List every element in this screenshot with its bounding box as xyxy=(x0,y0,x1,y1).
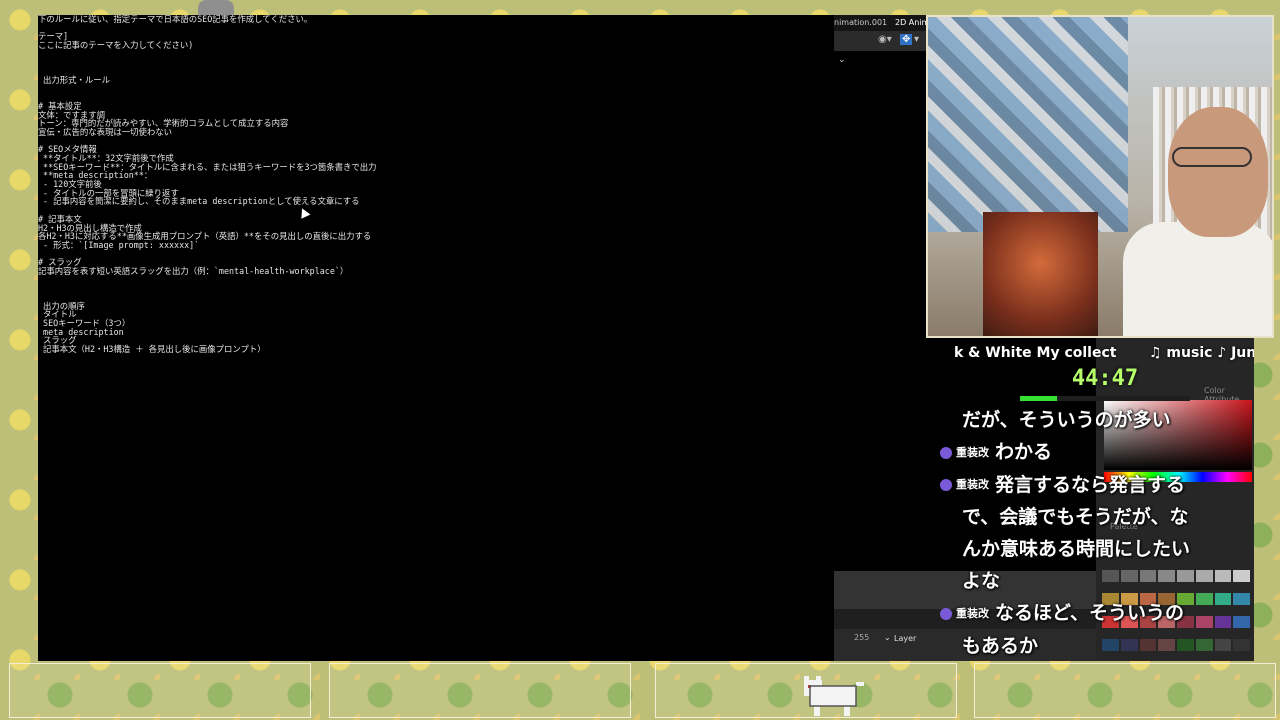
streamer-face-image xyxy=(1168,107,1268,237)
pixel-cat-sprite-top xyxy=(198,0,234,15)
editor-text-line: 記事本文（H2・H3構造 ＋ 各見出し後に画像プロンプト） xyxy=(38,344,266,355)
chat-text: だが、そういうのが多い xyxy=(962,409,1171,431)
editor-text-line: 宣伝・広告的な表現は一切使わない xyxy=(38,126,172,137)
editor-text-line: - 記事内容を簡潔に要約し、そのままmeta descriptionとして使える… xyxy=(38,196,360,207)
editor-text-line: 下のルールに従い、指定テーマで日本語のSEO記事を作成してください。 xyxy=(38,15,313,24)
chat-message: 重装改 発言するなら発言する xyxy=(940,469,1240,502)
chat-message: よな xyxy=(940,565,1240,597)
chevron-down-icon[interactable]: ⌄ xyxy=(884,633,891,642)
layer-label[interactable]: Layer xyxy=(894,634,916,643)
chevron-down-icon[interactable]: ⌄ xyxy=(838,55,846,65)
frame-value: 255 xyxy=(854,633,870,642)
streamer-body-image xyxy=(1123,222,1272,336)
chat-message: 重装改 わかる xyxy=(940,436,1240,469)
editor-text-line xyxy=(38,250,834,259)
chat-text: もあるか xyxy=(962,634,1039,657)
chat-text: なるほど、そういうの xyxy=(995,602,1185,624)
user-badge-icon xyxy=(940,479,952,491)
chat-username: 重装改 xyxy=(956,445,989,459)
bottom-slot xyxy=(329,663,631,718)
editor-text-line: ここに記事のテーマを入力してください) xyxy=(38,40,194,51)
chat-text: わかる xyxy=(995,441,1053,463)
poster-wall-image xyxy=(928,17,1128,232)
music-ticker-segment: ♫ music ♪ Jun xyxy=(1149,345,1254,361)
editor-text-line: # 基本設定 xyxy=(38,100,82,111)
chat-message: もあるか xyxy=(940,630,1240,662)
timer-progress-bar xyxy=(1020,396,1190,401)
chat-text: よな xyxy=(962,570,1001,592)
bottom-slot xyxy=(974,663,1276,718)
dragon-poster-image xyxy=(983,212,1098,336)
editor-text-line: 出力形式・ルール xyxy=(38,74,111,85)
bottom-slot-bar xyxy=(0,661,1280,720)
tab-animation[interactable]: nimation.001 xyxy=(834,18,887,27)
editor-text-line: SEOキーワード（3つ） xyxy=(38,318,131,329)
chat-overlay: だが、そういうのが多い 重装改 わかる 重装改 発言するなら発言する で、会議でもそうだが… xyxy=(940,404,1240,662)
user-badge-icon xyxy=(940,446,952,459)
editor-text-line xyxy=(38,206,834,215)
user-badge-icon xyxy=(940,607,952,620)
editor-text-line: タイトル xyxy=(38,309,77,320)
bottom-slot xyxy=(9,663,311,718)
chat-username: 重装改 xyxy=(956,478,989,491)
pixel-cat-sprite xyxy=(804,676,864,716)
editor-text-line: # 記事本文 xyxy=(38,213,82,224)
chat-username: 重装改 xyxy=(956,606,989,620)
editor-text-line xyxy=(38,58,834,67)
chat-message: 重装改 なるほど、そういうの xyxy=(940,597,1240,630)
chat-message: で、会議でもそうだが、な xyxy=(940,501,1240,533)
editor-text-line xyxy=(38,85,834,94)
editor-text-line xyxy=(38,50,834,59)
editor-text-line xyxy=(38,293,834,302)
chat-message: だが、そういうのが多い xyxy=(940,404,1240,436)
tab-2d-animation[interactable]: 2D Anim xyxy=(895,18,929,27)
timer-progress-fill xyxy=(1020,396,1058,401)
editor-text-line: 出力の順序 xyxy=(38,300,85,311)
editor-text-line: meta description xyxy=(38,326,124,337)
chat-text: 発言するなら発言する xyxy=(995,473,1186,496)
editor-text-line xyxy=(38,93,834,102)
ticker-segment: k & White My collect xyxy=(954,345,1117,361)
chat-text: んか意味ある時間にしたい xyxy=(962,538,1191,560)
stream-timer: 44:47 xyxy=(1071,366,1139,391)
editor-text-line xyxy=(38,24,834,33)
editor-text-line: **meta description**： xyxy=(38,170,153,181)
editor-text-line: **SEOキーワード**：タイトルに含まれる、または狙うキーワードを3つ箇条書き… xyxy=(38,161,377,172)
editor-text-line xyxy=(38,137,834,146)
editor-text-line: - 形式：`[Image prompt: xxxxxx]` xyxy=(38,239,200,250)
webcam-feed xyxy=(926,15,1274,338)
now-playing-ticker: k & White My collect ♫ music ♪ Jun xyxy=(954,345,1254,365)
text-editor-window[interactable]: 下のルールに従い、指定テーマで日本語のSEO記事を作成してください。 テーマ] ここ… xyxy=(38,15,834,661)
editor-text-line xyxy=(38,276,834,285)
glasses-icon xyxy=(1172,147,1252,167)
chat-text: で、会議でもそうだが、な xyxy=(962,506,1189,528)
chat-message: んか意味ある時間にしたい xyxy=(940,533,1240,565)
editor-text-line: 記事内容を表す短い英語スラッグを出力（例：`mental-health-work… xyxy=(38,265,349,276)
editor-text-line xyxy=(38,284,834,293)
overlay-icon[interactable]: ◉▾ xyxy=(878,34,892,45)
dropdown-icon[interactable]: ▾ xyxy=(914,34,919,45)
gizmo-icon[interactable]: ✥ xyxy=(900,34,913,45)
editor-text-line xyxy=(38,67,834,76)
